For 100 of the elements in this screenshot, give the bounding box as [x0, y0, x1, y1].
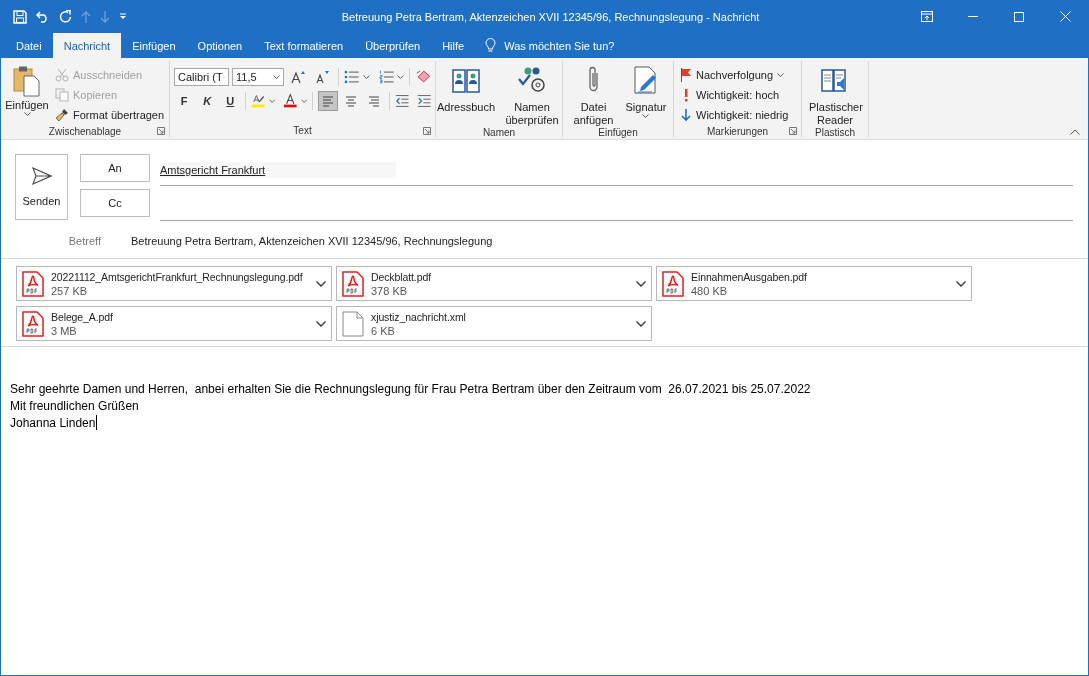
- bold-button[interactable]: F: [174, 91, 195, 111]
- ribbon-tab[interactable]: Optionen: [186, 33, 254, 58]
- attachment-size: 480 KB: [691, 283, 729, 298]
- pdf-file-icon: [342, 270, 364, 297]
- attachment-size: 378 KB: [371, 283, 409, 298]
- chevron-down-icon[interactable]: [956, 280, 966, 287]
- signature-button[interactable]: Signatur: [623, 65, 669, 127]
- low-importance-button[interactable]: Wichtigkeit: niedrig: [678, 105, 791, 125]
- send-icon: [31, 167, 52, 185]
- tell-me-search[interactable]: Was möchten Sie tun?: [504, 39, 615, 52]
- subject-label: Betreff: [67, 235, 102, 247]
- to-button[interactable]: An: [80, 154, 150, 182]
- scissors-icon: [55, 68, 69, 82]
- document-pen-icon: [633, 65, 659, 95]
- align-left-button[interactable]: [317, 91, 338, 111]
- attachment-size: 257 KB: [51, 283, 89, 298]
- copy-icon: [55, 88, 69, 102]
- chevron-down-icon[interactable]: [636, 320, 646, 327]
- underline-button[interactable]: U: [220, 91, 241, 111]
- attachment-name: Deckblatt.pdf: [371, 269, 432, 284]
- eraser-icon[interactable]: [415, 70, 431, 84]
- bullet-list-icon[interactable]: [344, 70, 360, 84]
- collapse-ribbon-icon[interactable]: [1070, 129, 1080, 135]
- paintbrush-icon: [55, 108, 69, 122]
- italic-button[interactable]: K: [197, 91, 218, 111]
- increase-indent-icon[interactable]: [416, 94, 431, 108]
- attach-file-button[interactable]: Datei anfügen: [567, 65, 620, 127]
- text-cursor: [96, 415, 98, 430]
- decrease-indent-icon[interactable]: [395, 94, 410, 108]
- save-icon[interactable]: [13, 9, 27, 24]
- immersive-reader-button[interactable]: Plastischer Reader: [807, 65, 863, 127]
- dialog-launcher-icon[interactable]: [789, 127, 797, 135]
- caret-icon: [268, 99, 276, 103]
- clipboard-icon: [12, 65, 42, 97]
- format-painter-button[interactable]: Format übertragen: [53, 105, 167, 125]
- chevron-down-icon[interactable]: [636, 280, 646, 287]
- ribbon-tab[interactable]: Datei: [5, 33, 53, 58]
- down-arrow-icon: [680, 108, 692, 122]
- caret-icon: [273, 75, 281, 79]
- customize-icon[interactable]: [119, 13, 127, 20]
- pdf-file-icon: [22, 310, 44, 337]
- undo-icon[interactable]: [36, 10, 50, 23]
- font-color-icon[interactable]: [283, 93, 298, 109]
- dialog-launcher-icon[interactable]: [423, 127, 431, 135]
- to-field[interactable]: Amtsgericht Frankfurt: [160, 154, 1073, 186]
- pdf-file-icon: [662, 270, 684, 297]
- attachment-size: 3 MB: [51, 323, 78, 338]
- recipient[interactable]: Amtsgericht Frankfurt: [160, 161, 396, 178]
- group-label: Text: [293, 124, 312, 136]
- ribbon-tab[interactable]: Überprüfen: [354, 33, 432, 58]
- caret-icon: [23, 112, 31, 116]
- attachment-size: 6 KB: [371, 323, 396, 338]
- numbered-list-icon[interactable]: [378, 70, 395, 84]
- message-text: Sehr geehrte Damen und Herren, anbei erhalten Sie die Rechnungslegung für Frau Petra Bertram über den Zeitraum vom 26.07.2021 bis 25.07.2022: [10, 382, 811, 396]
- font-size-field[interactable]: 11,5: [232, 68, 285, 86]
- caret-icon: [642, 114, 650, 118]
- chevron-down-icon[interactable]: [316, 280, 326, 287]
- attachment[interactable]: xjustiz_nachricht.xml 6 KB: [336, 306, 652, 341]
- window-title: Betreuung Petra Bertram, Aktenzeichen XVII 12345/96, Rechnungslegung - Nachricht: [340, 10, 761, 23]
- chevron-down-icon[interactable]: [316, 320, 326, 327]
- follow-up-button[interactable]: Nachverfolgung: [678, 65, 791, 85]
- group-label: Namen: [482, 127, 516, 138]
- attachment-name: xjustiz_nachricht.xml: [371, 309, 467, 324]
- subject-field[interactable]: Betreuung Petra Bertram, Aktenzeichen XVII 12345/96, Rechnungslegung: [131, 235, 493, 247]
- ribbon-tab[interactable]: Nachricht: [52, 33, 122, 58]
- attachment-name: EinnahmenAusgaben.pdf: [691, 269, 808, 284]
- highlighter-icon[interactable]: [251, 93, 266, 109]
- address-book-button[interactable]: Adressbuch: [434, 65, 498, 127]
- cc-button[interactable]: Cc: [80, 189, 150, 217]
- group-label: Markierungen: [706, 125, 769, 137]
- font-name-field[interactable]: Calibri (T: [174, 68, 229, 86]
- caret-icon: [300, 99, 307, 103]
- attachment[interactable]: EinnahmenAusgaben.pdf 480 KB: [656, 266, 972, 301]
- message-text: Mit freundlichen Grüßen: [10, 399, 139, 413]
- group-label: Plastisch: [815, 127, 855, 138]
- ribbon-tab[interactable]: Hilfe: [431, 33, 476, 58]
- dialog-launcher-icon[interactable]: [157, 127, 165, 135]
- high-importance-button[interactable]: Wichtigkeit: hoch: [678, 85, 791, 105]
- caret-icon: [397, 75, 405, 79]
- file-icon: [342, 310, 364, 337]
- ribbon-tab[interactable]: Text formatieren: [253, 33, 355, 58]
- group-label: Zwischenablage: [48, 125, 122, 137]
- lightbulb-icon: [485, 38, 497, 53]
- flag-icon: [680, 68, 692, 82]
- message-text: Johanna Linden: [10, 416, 96, 430]
- paste-button[interactable]: Einfügen: [5, 65, 49, 125]
- redo-icon[interactable]: [59, 10, 72, 23]
- caret-icon: [362, 75, 370, 79]
- attachment[interactable]: Deckblatt.pdf 378 KB: [336, 266, 652, 301]
- send-button[interactable]: Senden: [15, 154, 68, 220]
- check-names-button[interactable]: Namen überprüfen: [501, 65, 564, 127]
- pdf-file-icon: [22, 270, 44, 297]
- attachment-name: 20221112_AmtsgerichtFrankfurt_Rechnungslegung.pdf: [51, 269, 304, 284]
- people-check-icon: [517, 65, 548, 95]
- group-label: Einfügen: [598, 127, 638, 138]
- caret-icon: [777, 73, 785, 77]
- attachment[interactable]: 20221112_AmtsgerichtFrankfurt_Rechnungslegung.pdf 257 KB: [16, 266, 332, 301]
- attachment[interactable]: Belege_A.pdf 3 MB: [16, 306, 332, 341]
- attachment-name: Belege_A.pdf: [51, 309, 114, 324]
- ribbon-tab[interactable]: Einfügen: [121, 33, 187, 58]
